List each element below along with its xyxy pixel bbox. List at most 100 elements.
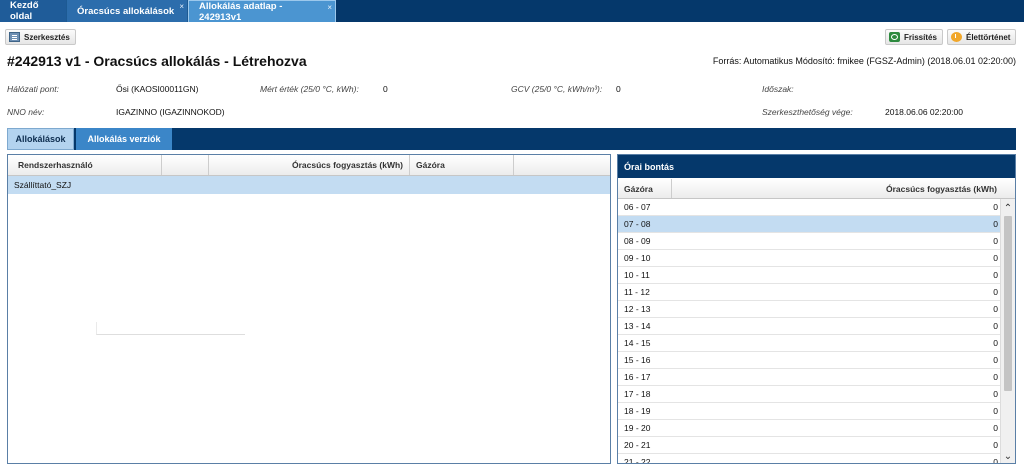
- table-cell-user: Szállíttató_SZJ: [14, 180, 72, 190]
- list-item[interactable]: 16 - 17 0: [618, 369, 1002, 386]
- tab-peak-allocations[interactable]: Óracsúcs allokálások ×: [67, 0, 188, 22]
- edit-icon: [9, 32, 20, 42]
- consumption-cell: 0: [993, 270, 998, 280]
- hourly-grid-header: Gázóra Óracsúcs fogyasztás (kWh): [618, 179, 1015, 199]
- list-item[interactable]: 17 - 18 0: [618, 386, 1002, 403]
- hour-cell: 19 - 20: [624, 423, 651, 433]
- column-header-meter[interactable]: Gázóra: [410, 155, 514, 175]
- hour-cell: 12 - 13: [624, 304, 651, 314]
- sub-tab-bar: Allokálások Allokálás verziók: [7, 128, 1016, 150]
- column-header-hour[interactable]: Gázóra: [618, 179, 672, 198]
- source-info: Forrás: Automatikus Módosító: fmikee (FG…: [712, 56, 1016, 66]
- list-item[interactable]: 06 - 07 0: [618, 199, 1002, 216]
- scroll-down-icon[interactable]: ⌄: [1001, 449, 1015, 463]
- tab-allocation-versions-label: Allokálás verziók: [87, 134, 161, 144]
- tab-allocation-sheet[interactable]: Allokálás adatlap - 242913v1 ×: [188, 0, 336, 23]
- consumption-cell: 0: [993, 321, 998, 331]
- period-label: Időszak:: [762, 84, 794, 94]
- table-row[interactable]: Szállíttató_SZJ: [8, 176, 610, 194]
- consumption-cell: 0: [993, 406, 998, 416]
- gcv-label: GCV (25/0 °C, kWh/m³):: [511, 84, 603, 94]
- list-item[interactable]: 14 - 15 0: [618, 335, 1002, 352]
- vertical-scrollbar[interactable]: ⌃ ⌄: [1000, 199, 1015, 463]
- gcv-value: 0: [616, 84, 621, 94]
- hour-cell: 17 - 18: [624, 389, 651, 399]
- hour-cell: 10 - 11: [624, 270, 650, 280]
- panel-title: Órai bontás: [618, 155, 1015, 178]
- consumption-cell: 0: [993, 372, 998, 382]
- consumption-cell: 0: [993, 304, 998, 314]
- allocation-grid: Rendszerhasználó Óracsúcs fogyasztás (kW…: [7, 154, 611, 464]
- hour-cell: 06 - 07: [624, 202, 651, 212]
- consumption-cell: 0: [993, 423, 998, 433]
- hourly-breakdown-panel: Órai bontás Gázóra Óracsúcs fogyasztás (…: [617, 154, 1016, 464]
- top-tab-bar: Kezdő oldal Óracsúcs allokálások × Allok…: [0, 0, 1024, 23]
- close-icon[interactable]: ×: [179, 2, 184, 11]
- consumption-cell: 0: [993, 440, 998, 450]
- network-point-label: Hálózati pont:: [7, 84, 59, 94]
- list-item[interactable]: 19 - 20 0: [618, 420, 1002, 437]
- hour-cell: 21 - 22: [624, 457, 651, 464]
- hourly-rows: 06 - 07 0 07 - 08 0 08 - 09 0 09 - 10 0 10 - 11 0…: [618, 199, 1002, 464]
- column-header-hourly-consumption[interactable]: Óracsúcs fogyasztás (kWh): [886, 179, 997, 198]
- hour-cell: 16 - 17: [624, 372, 651, 382]
- history-button[interactable]: Élettörténet: [947, 29, 1017, 45]
- edit-button-label: Szerkesztés: [24, 32, 70, 42]
- edit-deadline-label: Szerkeszthetőség vége:: [762, 107, 853, 117]
- drag-placeholder: [96, 322, 245, 335]
- tab-home[interactable]: Kezdő oldal: [0, 0, 67, 22]
- list-item[interactable]: 07 - 08 0: [618, 216, 1002, 233]
- list-item[interactable]: 15 - 16 0: [618, 352, 1002, 369]
- network-point-value: Ősi (KAOSI00011GN): [116, 84, 199, 94]
- hour-cell: 15 - 16: [624, 355, 651, 365]
- column-header-user[interactable]: Rendszerhasználó: [8, 155, 162, 175]
- tab-allocations-label: Allokálások: [15, 134, 66, 144]
- page-title: #242913 v1 - Oracsúcs allokálás - Létreh…: [7, 53, 307, 69]
- tab-allocations[interactable]: Allokálások: [7, 128, 74, 150]
- hour-cell: 08 - 09: [624, 236, 651, 246]
- list-item[interactable]: 10 - 11 0: [618, 267, 1002, 284]
- hour-cell: 07 - 08: [624, 219, 651, 229]
- measured-value: 0: [383, 84, 388, 94]
- list-item[interactable]: 11 - 12 0: [618, 284, 1002, 301]
- refresh-button-label: Frissítés: [904, 32, 937, 42]
- consumption-cell: 0: [993, 355, 998, 365]
- consumption-cell: 0: [993, 253, 998, 263]
- hour-cell: 14 - 15: [624, 338, 651, 348]
- list-item[interactable]: 21 - 22 0: [618, 454, 1002, 464]
- list-item[interactable]: 09 - 10 0: [618, 250, 1002, 267]
- list-item[interactable]: 20 - 21 0: [618, 437, 1002, 454]
- list-item[interactable]: 18 - 19 0: [618, 403, 1002, 420]
- refresh-icon: [889, 32, 900, 42]
- tab-allocation-versions[interactable]: Allokálás verziók: [76, 128, 172, 150]
- tab-peak-allocations-label: Óracsúcs allokálások: [77, 5, 175, 17]
- consumption-cell: 0: [993, 287, 998, 297]
- list-item[interactable]: 12 - 13 0: [618, 301, 1002, 318]
- history-button-label: Élettörténet: [966, 32, 1011, 42]
- column-header-spacer: [162, 155, 209, 175]
- scrollbar-thumb[interactable]: [1004, 216, 1012, 391]
- column-header-consumption[interactable]: Óracsúcs fogyasztás (kWh): [209, 155, 410, 175]
- consumption-cell: 0: [993, 202, 998, 212]
- nno-label: NNO név:: [7, 107, 45, 117]
- nno-value: IGAZINNO (IGAZINNOKOD): [116, 107, 225, 117]
- tab-home-label: Kezdő oldal: [10, 0, 39, 22]
- refresh-button[interactable]: Frissítés: [885, 29, 943, 45]
- edit-button[interactable]: Szerkesztés: [5, 29, 76, 45]
- consumption-cell: 0: [993, 219, 998, 229]
- list-item[interactable]: 08 - 09 0: [618, 233, 1002, 250]
- grid-header: Rendszerhasználó Óracsúcs fogyasztás (kW…: [8, 155, 610, 176]
- hour-cell: 11 - 12: [624, 287, 650, 297]
- scroll-up-icon[interactable]: ⌃: [1001, 201, 1015, 215]
- measured-value-label: Mért érték (25/0 °C, kWh):: [260, 84, 359, 94]
- hour-cell: 13 - 14: [624, 321, 651, 331]
- hour-cell: 20 - 21: [624, 440, 651, 450]
- consumption-cell: 0: [993, 338, 998, 348]
- list-item[interactable]: 13 - 14 0: [618, 318, 1002, 335]
- edit-deadline-value: 2018.06.06 02:20:00: [885, 107, 963, 117]
- history-icon: [951, 32, 962, 42]
- consumption-cell: 0: [993, 389, 998, 399]
- close-icon[interactable]: ×: [327, 3, 332, 12]
- consumption-cell: 0: [993, 457, 998, 464]
- hour-cell: 18 - 19: [624, 406, 651, 416]
